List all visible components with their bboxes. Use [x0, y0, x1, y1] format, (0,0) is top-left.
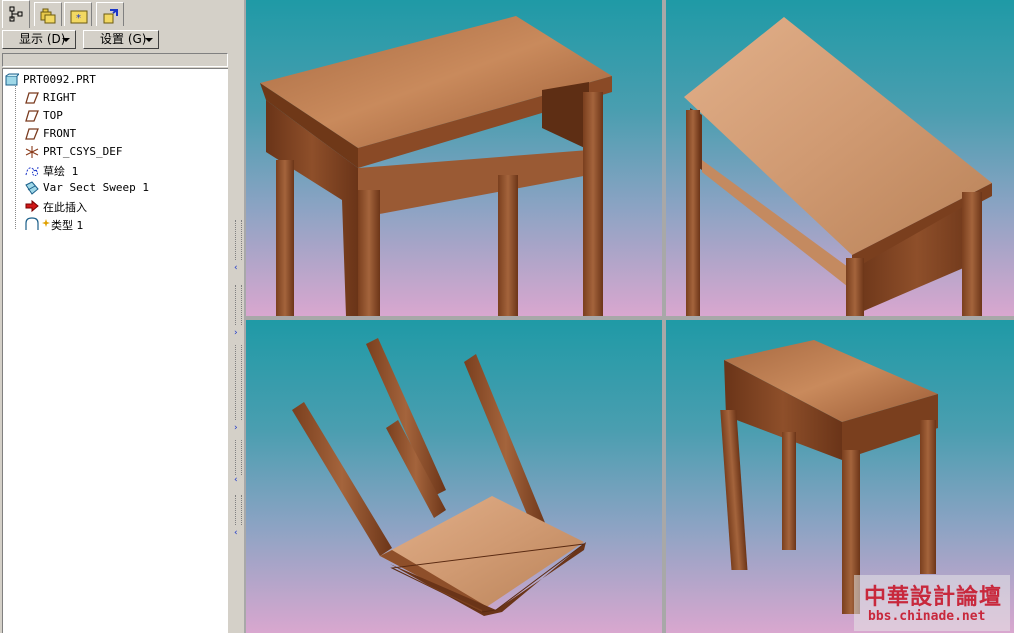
coordinate-system-icon — [25, 146, 39, 158]
watermark-url: bbs.chinade.net — [868, 609, 986, 624]
model-tree: PRT0092.PRT RIGHT TOP FRONT PRT_CSYS_DEF — [2, 68, 228, 633]
collapse-arrow-icon[interactable]: ‹ — [234, 475, 238, 485]
tab-favorites[interactable]: * — [64, 2, 92, 26]
chevron-down-icon — [145, 38, 153, 42]
insert-here-arrow-icon — [25, 199, 39, 213]
splitter-grip — [235, 345, 242, 420]
sweep-icon — [25, 181, 39, 195]
datum-plane-icon — [25, 92, 39, 104]
tree-item-label: FRONT — [43, 127, 77, 140]
model-tree-icon — [9, 6, 23, 22]
connections-icon — [103, 9, 118, 24]
tree-item-label: Var Sect Sweep 1 — [43, 181, 149, 194]
tree-item-label: PRT_CSYS_DEF — [43, 145, 123, 158]
svg-text:*: * — [76, 13, 81, 24]
table-model — [260, 16, 612, 316]
splitter-grip — [235, 285, 242, 325]
viewport-top-right[interactable] — [666, 0, 1014, 316]
collapse-arrow-icon[interactable]: ‹ — [234, 263, 238, 273]
splitter-grip — [235, 220, 242, 260]
show-menu-button[interactable]: 显示 (D) — [2, 30, 76, 49]
sketch-icon — [25, 165, 39, 176]
collapse-arrow-icon[interactable]: ‹ — [234, 528, 238, 538]
tree-item-label: TOP — [43, 109, 63, 122]
settings-menu-button[interactable]: 设置 (G) — [83, 30, 159, 49]
tree-item-label: 草绘 1 — [43, 165, 79, 178]
tab-model-tree[interactable] — [2, 0, 30, 28]
settings-menu-label: 设置 (G) — [100, 32, 147, 46]
tab-folder-browser[interactable] — [34, 2, 62, 26]
tree-item-label: RIGHT — [43, 91, 77, 104]
tab-connections[interactable] — [96, 2, 124, 26]
expand-arrow-icon[interactable]: › — [234, 423, 238, 433]
tree-item-sweep[interactable]: Var Sect Sweep 1 — [3, 179, 227, 197]
tree-item-front[interactable]: FRONT — [3, 125, 227, 143]
datum-plane-icon — [25, 110, 39, 122]
panel-splitter[interactable]: ‹ › › ‹ ‹ — [232, 0, 244, 633]
tree-item-label: 在此插入 — [43, 201, 87, 214]
favorites-icon: * — [70, 10, 88, 24]
expand-arrow-icon[interactable]: › — [234, 328, 238, 338]
viewport-bottom-left[interactable] — [246, 320, 662, 633]
tree-item-label: PRT0092.PRT — [23, 73, 96, 86]
folder-browser-icon — [40, 8, 56, 24]
navigator-toolbar: 显示 (D) 设置 (G) — [0, 29, 232, 51]
splitter-grip — [235, 495, 242, 525]
part-icon — [5, 73, 19, 86]
feature-type-icon — [25, 217, 39, 230]
graphics-window[interactable]: 中華設計論壇 bbs.chinade.net — [244, 0, 1014, 633]
watermark: 中華設計論壇 bbs.chinade.net — [854, 575, 1010, 631]
navigator-tabs: * — [0, 0, 232, 28]
datum-plane-icon — [25, 128, 39, 140]
model-tree-panel: * 显示 (D) 设置 (G) PRT0092.PRT RIGHT TOP FR… — [0, 0, 232, 633]
tree-item-csys[interactable]: PRT_CSYS_DEF — [3, 143, 227, 161]
chevron-down-icon — [62, 38, 70, 42]
watermark-title: 中華設計論壇 — [864, 584, 1003, 610]
tree-item-type[interactable]: 类型 1 — [3, 215, 227, 233]
table-model — [684, 17, 992, 316]
splitter-grip — [235, 440, 242, 475]
tree-item-top[interactable]: TOP — [3, 107, 227, 125]
tree-item-sketch[interactable]: 草绘 1 — [3, 161, 227, 179]
table-model — [292, 338, 586, 616]
show-menu-label: 显示 (D) — [19, 32, 66, 46]
tree-item-insert-here[interactable]: 在此插入 — [3, 197, 227, 215]
tree-item-part[interactable]: PRT0092.PRT — [3, 71, 227, 89]
tree-item-label: 类型 1 — [51, 219, 84, 232]
viewport-top-left[interactable] — [246, 0, 662, 316]
tree-column-header — [2, 53, 228, 67]
tree-item-right[interactable]: RIGHT — [3, 89, 227, 107]
